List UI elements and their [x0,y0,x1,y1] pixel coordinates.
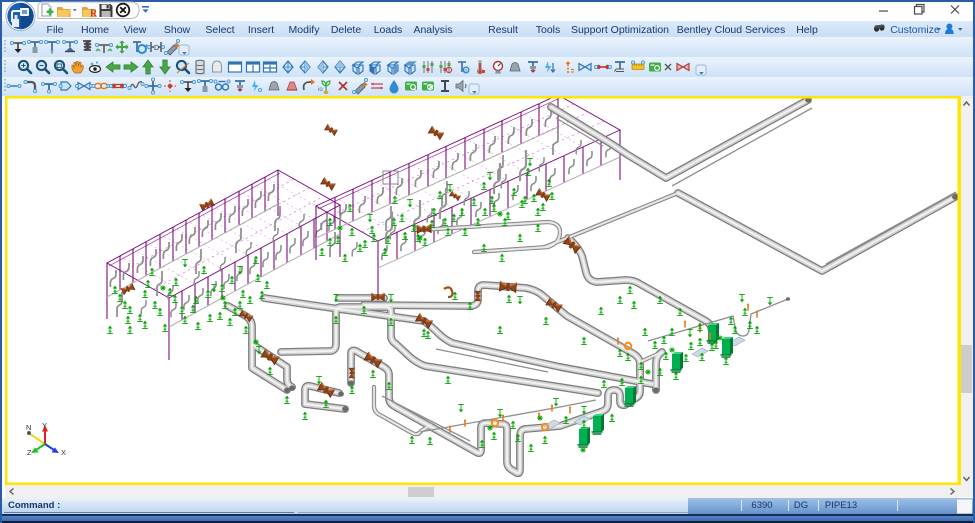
svg-text:Y: Y [42,421,47,430]
svg-text:N: N [26,423,31,432]
svg-text:X: X [61,448,66,457]
svg-text:R: R [90,9,98,20]
svg-text:o: o [464,68,467,74]
svg-text:Z: Z [27,448,32,457]
svg-text:io: io [318,87,323,93]
